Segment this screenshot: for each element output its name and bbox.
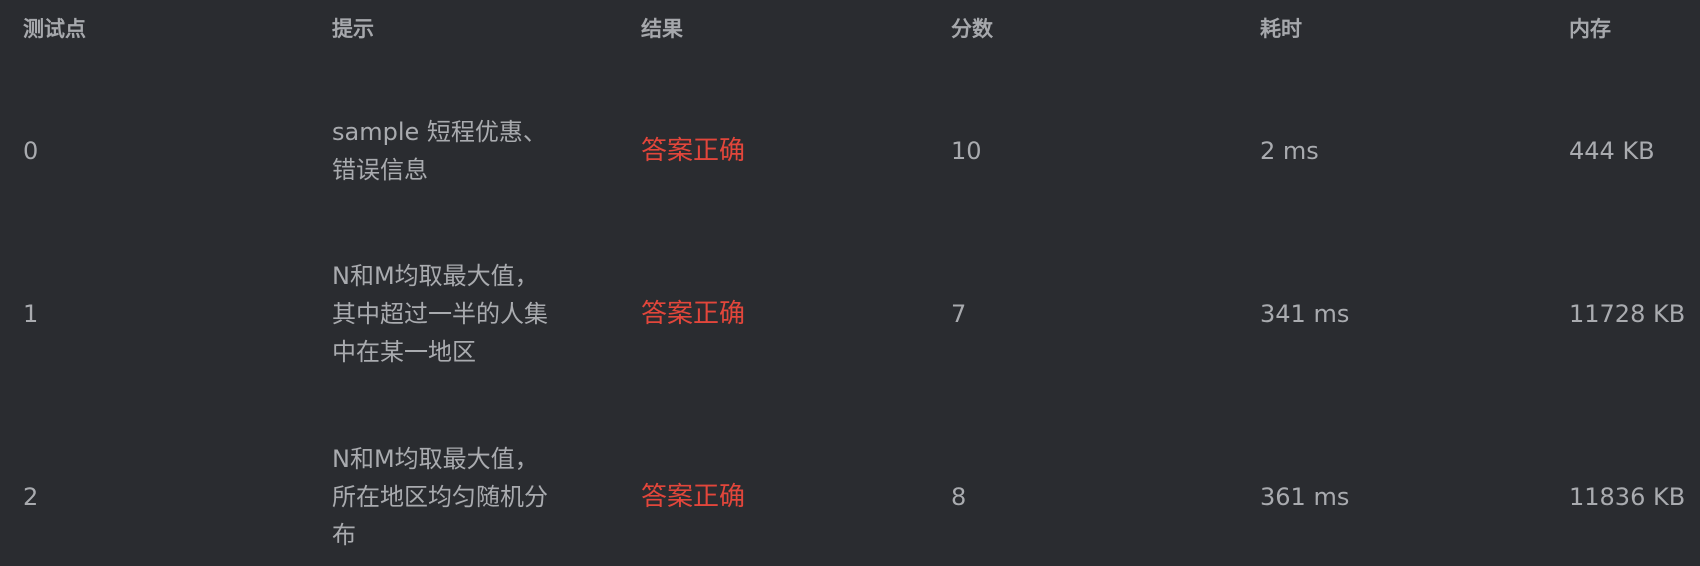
hint-line: 布 <box>332 521 356 549</box>
test-point-id: 2 <box>23 483 39 511</box>
table-row: 2 N和M均取最大值， 所在地区均匀随机分 布 答案正确 8 361 ms 11… <box>0 0 1700 566</box>
memory-value: 11836 KB <box>1569 483 1686 511</box>
hint-line: N和M均取最大值， <box>332 445 539 473</box>
time-value: 361 ms <box>1260 483 1350 511</box>
test-results-table: 测试点 提示 结果 分数 耗时 内存 0 sample 短程优惠、 错误信息 答… <box>0 0 1700 566</box>
hint-line: 所在地区均匀随机分 <box>332 483 548 511</box>
score-value: 8 <box>951 483 967 511</box>
result-status: 答案正确 <box>641 482 746 512</box>
hint-cell: N和M均取最大值， 所在地区均匀随机分 布 <box>332 440 592 554</box>
